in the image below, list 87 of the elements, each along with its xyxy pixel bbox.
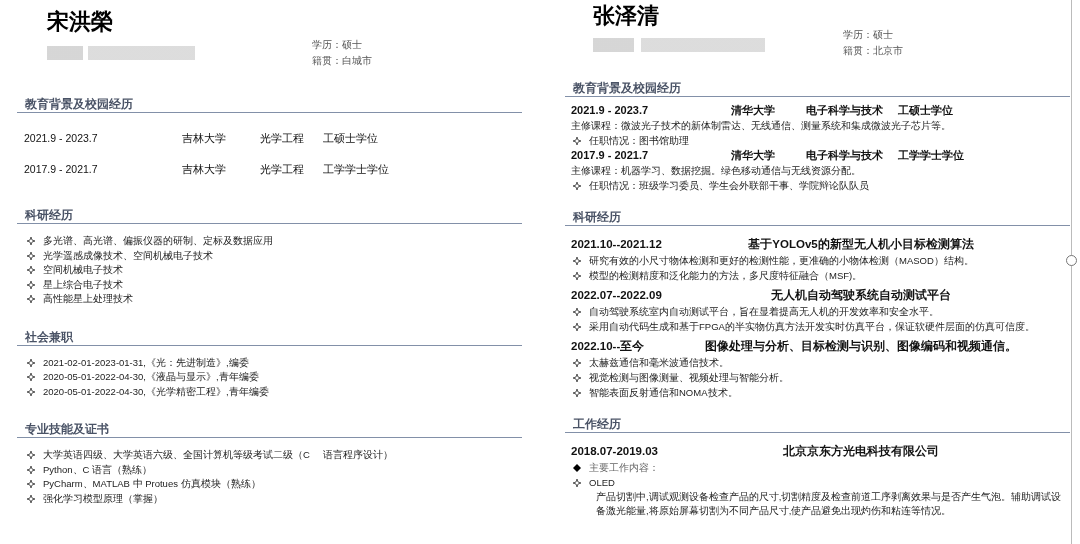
bullet-text: 空间机械电子技术	[43, 263, 123, 277]
bullet-text: OLED	[589, 476, 615, 490]
table-cell-text: 工硕士学位	[323, 131, 379, 146]
bullet-icon	[27, 465, 35, 474]
bullet-text: 大学英语四级、大学英语六级、全国计算机等级考试二级（C 语言程序设计）	[43, 448, 393, 462]
bullet-icon	[27, 280, 35, 289]
person-name: 宋洪榮	[47, 8, 114, 36]
section-title: 教育背景及校园经历	[17, 96, 522, 113]
bullet-text: 研究有效的小尺寸物体检测和更好的检测性能，更准确的小物体检测（MASOD）结构。	[589, 254, 974, 268]
bullet-text: Python、C 语言（熟练）	[43, 462, 153, 477]
bullet-text: 光学遥感成像技术、空间机械电子技术	[43, 248, 213, 263]
bullet-icon	[27, 295, 35, 304]
table-cell-text: 光学工程	[260, 131, 305, 146]
section-title: 专业技能及证书	[17, 421, 522, 438]
bullet-text: 强化学习模型原理（掌握）	[43, 491, 163, 506]
bullet-icon	[573, 478, 581, 487]
bullet-text: 太赫兹通信和毫米波通信技术。	[589, 356, 729, 370]
bullet-text: 任职情况：班级学习委员、学生会外联部干事、学院辩论队队员	[589, 179, 869, 193]
bullet-text: 任职情况：图书馆助理	[589, 134, 689, 148]
bullet-icon	[573, 358, 581, 367]
entry-title: 基于YOLOv5的新型无人机小目标检测算法	[747, 236, 975, 252]
diamond-bullet-icon	[573, 463, 581, 472]
table-cell-text: 清华大学	[731, 148, 776, 163]
table-cell-text: 光学工程	[260, 162, 305, 177]
bullet-text: 模型的检测精度和泛化能力的方法，多尺度特征融合（MSF)。	[589, 269, 863, 283]
course-text: 主修课程：机器学习、数据挖掘。绿色移动通信与无线资源分配。	[570, 164, 862, 178]
course-text: 主修课程：微波光子技术的新体制雷达、无线通信、测量系统和集成微波光子芯片等。	[570, 119, 952, 133]
bullet-icon	[573, 181, 581, 190]
section-title: 工作经历	[565, 416, 1070, 433]
table-cell-text: 工学学士学位	[323, 162, 390, 177]
bullet-text: 视觉检测与图像测量、视频处理与智能分析。	[589, 371, 789, 385]
table-cell-text: 2021.9 - 2023.7	[571, 103, 650, 118]
entry-date: 2021.10--2021.12	[571, 237, 663, 252]
bullet-icon	[27, 480, 35, 489]
table-cell-text: 清华大学	[731, 103, 776, 118]
bullet-icon	[27, 387, 35, 396]
bullet-icon	[27, 451, 35, 460]
info-text: 学历：硕士	[312, 38, 363, 52]
entry-date: 2022.10--至今	[571, 339, 646, 354]
bullet-icon	[573, 373, 581, 382]
bullet-text: 主要工作内容：	[589, 461, 659, 475]
bullet-icon	[573, 136, 581, 145]
bullet-text: 2020-05-01-2022-04-30,《液晶与显示》,青年编委	[43, 370, 259, 384]
table-cell-text: 2021.9 - 2023.7	[24, 131, 99, 146]
bullet-icon	[573, 256, 581, 265]
section-title: 科研经历	[17, 207, 522, 224]
bullet-icon	[573, 388, 581, 397]
bullet-text: 高性能星上处理技术	[43, 292, 133, 306]
table-cell-text: 工学学士学位	[898, 148, 965, 163]
table-cell-text: 2017.9 - 2021.7	[24, 162, 99, 177]
person-name: 张泽清	[593, 2, 660, 30]
table-cell-text: 吉林大学	[182, 131, 227, 146]
info-text: 学历：硕士	[843, 28, 894, 42]
entry-date: 2022.07--2022.09	[571, 288, 663, 303]
entry-title: 无人机自动驾驶系统自动测试平台	[770, 287, 952, 303]
bullet-icon	[27, 251, 35, 260]
bullet-icon	[27, 373, 35, 382]
bullet-text: 自动驾驶系统室内自动测试平台，旨在显着提高无人机的开发效率和安全水平。	[589, 305, 939, 319]
bullet-text: PyCharm、MATLAB 中 Protues 仿真模块（熟练）	[43, 477, 261, 491]
bullet-text: 2020-05-01-2022-04-30,《光学精密工程》,青年编委	[43, 384, 269, 399]
bullet-icon	[573, 271, 581, 280]
bullet-icon	[27, 358, 35, 367]
section-title: 科研经历	[565, 209, 1070, 226]
bullet-icon	[27, 266, 35, 275]
table-cell-text: 2017.9 - 2021.7	[571, 148, 650, 163]
section-title: 社会兼职	[17, 328, 522, 346]
info-text: 籍贯：白城市	[312, 54, 372, 68]
bullet-icon	[27, 237, 35, 246]
entry-date: 2018.07-2019.03	[571, 444, 659, 459]
info-text: 籍贯：北京市	[843, 44, 903, 58]
paragraph-text: 产品切割中,调试观测设备检查产品的尺寸,切割精度及检查前道工序剥离效果与是否产生气泡。辅助调试设备激光能量,将原始屏幕切割为不同产品尺寸,使产品避免出现灼伤和粘连等情况。	[595, 490, 1063, 518]
entry-title: 北京京东方光电科技有限公司	[782, 443, 940, 459]
resize-handle[interactable]	[1066, 255, 1077, 266]
bullet-icon	[573, 322, 581, 331]
bullet-text: 智能表面反射通信和NOMA技术。	[589, 386, 738, 400]
table-cell-text: 吉林大学	[182, 162, 227, 177]
bullet-text: 多光谱、高光谱、偏振仪器的研制、定标及数据应用	[43, 234, 273, 248]
bullet-icon	[27, 494, 35, 503]
entry-title: 图像处理与分析、目标检测与识别、图像编码和视频通信。	[704, 338, 1018, 354]
table-cell-text: 工硕士学位	[898, 103, 954, 118]
bullet-icon	[573, 307, 581, 316]
bullet-text: 采用自动代码生成和基于FPGA的半实物仿真方法开发实时仿真平台，保证软硬件层面的仿真可信度。	[589, 320, 1035, 334]
bullet-text: 2021-02-01-2023-01-31,《光：先进制造》,编委	[43, 355, 249, 370]
section-title: 教育背景及校园经历	[565, 80, 1070, 97]
bullet-text: 星上综合电子技术	[43, 277, 123, 292]
table-cell-text: 电子科学与技术	[806, 148, 884, 163]
table-cell-text: 电子科学与技术	[806, 103, 884, 118]
